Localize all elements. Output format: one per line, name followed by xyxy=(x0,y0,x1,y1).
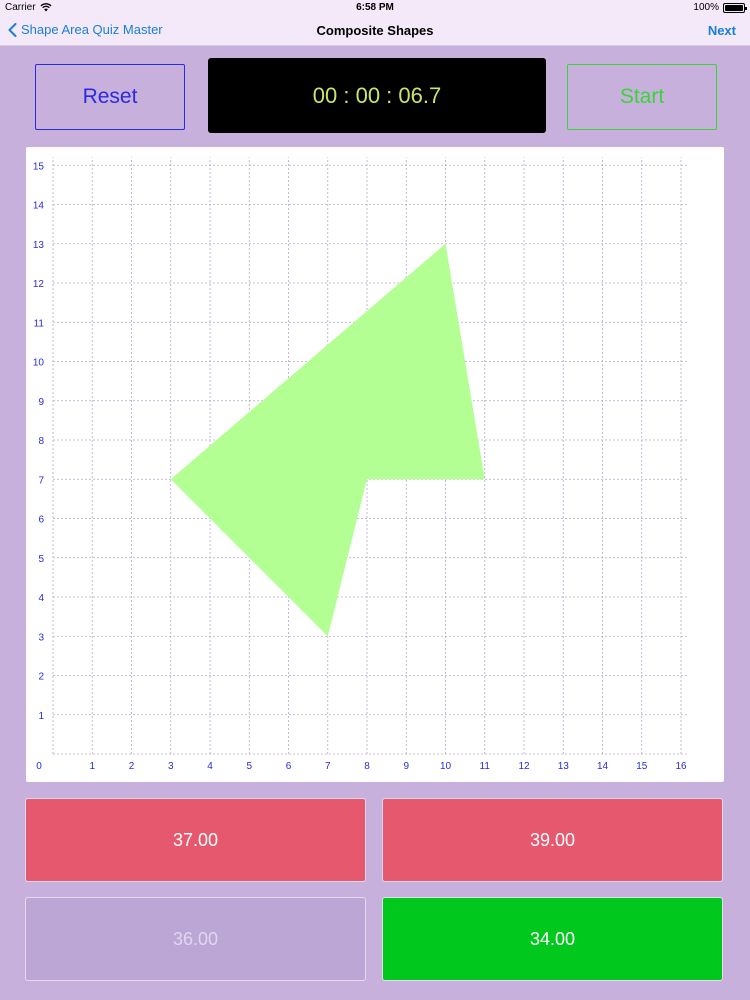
y-tick-label: 11 xyxy=(34,318,45,329)
graph-panel: 0 1 2 3 4 5 6 7 8 9 10 11 12 13 14 15 16 1 2 3 4 5 6 7 8 9 10 11 12 1… xyxy=(26,147,724,782)
x-tick-label: 15 xyxy=(636,761,648,772)
y-tick-label: 1 xyxy=(38,711,44,722)
battery-icon xyxy=(723,2,747,13)
x-tick-label: 9 xyxy=(403,761,409,772)
x-tick-label: 4 xyxy=(207,761,213,772)
x-tick-label: 7 xyxy=(325,761,331,772)
status-bar: Carrier 6:58 PM 100% xyxy=(0,0,750,16)
x-tick-label: 12 xyxy=(518,761,530,772)
y-tick-label: 10 xyxy=(33,358,45,369)
y-tick-label: 9 xyxy=(38,397,44,408)
y-tick-label: 3 xyxy=(38,632,44,643)
navigation-bar: Shape Area Quiz Master Composite Shapes … xyxy=(0,16,750,46)
y-tick-label: 6 xyxy=(38,515,44,526)
answer-option-3[interactable]: 36.00 xyxy=(25,897,366,981)
x-tick-label: 8 xyxy=(364,761,370,772)
battery-percent: 100% xyxy=(693,2,719,13)
reset-button[interactable]: Reset xyxy=(35,64,185,130)
x-tick-label: 5 xyxy=(246,761,252,772)
coordinate-grid: 0 1 2 3 4 5 6 7 8 9 10 11 12 13 14 15 161234567891011121… xyxy=(33,157,689,772)
next-button[interactable]: Next xyxy=(708,23,736,38)
y-tick-label: 12 xyxy=(33,279,45,290)
composite-shape xyxy=(170,243,485,637)
y-tick-label: 8 xyxy=(38,436,44,447)
status-time: 6:58 PM xyxy=(356,2,394,13)
x-tick-label: 1 xyxy=(89,761,95,772)
y-tick-label: 13 xyxy=(33,240,45,251)
x-tick-label: 10 xyxy=(440,761,452,772)
x-tick-label: 14 xyxy=(597,761,609,772)
x-tick-label: 11 xyxy=(480,761,491,772)
x-tick-label: 13 xyxy=(558,761,570,772)
x-tick-label: 3 xyxy=(168,761,174,772)
x-tick-label: 6 xyxy=(286,761,292,772)
y-tick-label: 5 xyxy=(38,554,44,565)
battery-info: 100% xyxy=(693,2,747,13)
x-tick-label: 16 xyxy=(675,761,687,772)
x-tick-label: 0 xyxy=(36,761,42,772)
y-tick-label: 2 xyxy=(38,672,44,683)
x-tick-label: 2 xyxy=(129,761,135,772)
answer-option-1[interactable]: 37.00 xyxy=(25,798,366,882)
y-tick-label: 7 xyxy=(38,475,44,486)
y-tick-label: 4 xyxy=(38,593,44,604)
y-tick-label: 15 xyxy=(33,161,45,172)
y-tick-label: 14 xyxy=(33,201,45,212)
answer-option-4[interactable]: 34.00 xyxy=(382,897,723,981)
page-title: Composite Shapes xyxy=(316,23,434,38)
answer-option-2[interactable]: 39.00 xyxy=(382,798,723,882)
start-button[interactable]: Start xyxy=(567,64,717,130)
timer-display: 00 : 00 : 06.7 xyxy=(208,58,546,133)
